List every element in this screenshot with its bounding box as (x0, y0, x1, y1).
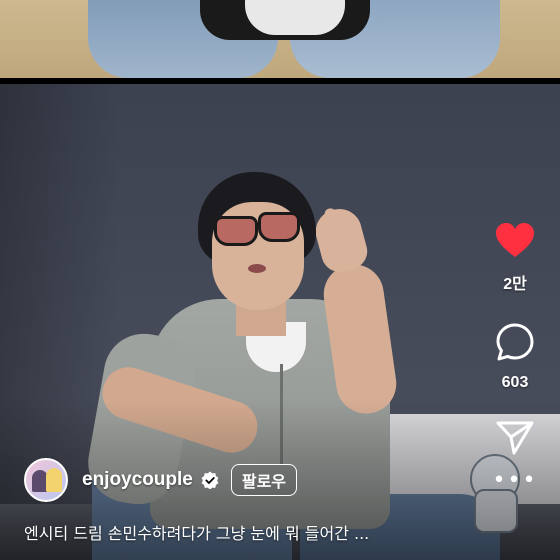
verified-badge-icon (201, 471, 219, 489)
like-count: 2만 (503, 276, 527, 293)
more-dots-icon[interactable]: ••• (493, 470, 538, 492)
comment-count: 603 (501, 374, 529, 391)
comment-button[interactable]: 603 (495, 322, 535, 392)
like-button[interactable]: 2만 (495, 222, 535, 294)
heart-icon[interactable] (495, 222, 535, 262)
send-icon[interactable] (496, 420, 534, 460)
sunglasses-right-lens (258, 212, 300, 242)
follow-button[interactable]: 팔로우 (230, 464, 298, 496)
avatar-figure-right (46, 468, 62, 492)
author-row: enjoycouple 팔로우 (24, 456, 298, 504)
reel-caption[interactable]: 엔시티 드림 손민수하려다가 그냥 눈에 뭐 들어간 ... (24, 520, 464, 544)
previous-reel-video[interactable] (0, 0, 560, 78)
sunglasses-left-lens (214, 216, 258, 246)
share-button[interactable] (496, 420, 534, 460)
username-link[interactable]: enjoycouple (82, 469, 193, 491)
avatar[interactable] (24, 458, 68, 502)
person-mouth (248, 264, 266, 273)
video-shirt (245, 0, 345, 35)
more-options-button[interactable]: ••• (493, 470, 538, 492)
comment-bubble-icon[interactable] (495, 322, 535, 366)
action-rail: 2만 603 ••• (470, 222, 560, 492)
